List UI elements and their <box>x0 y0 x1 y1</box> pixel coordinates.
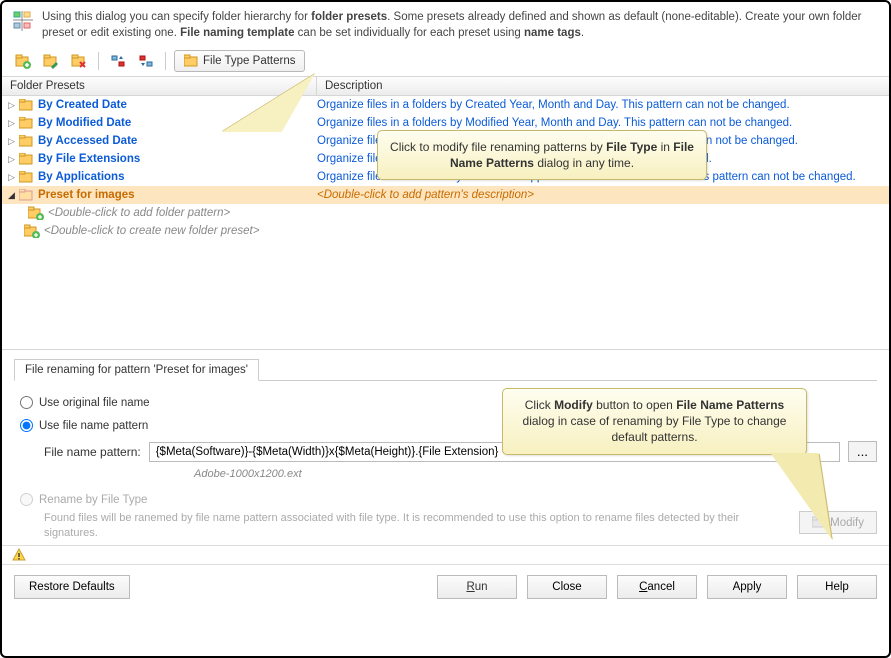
add-folder-pattern-row[interactable]: <Double-click to add folder pattern> <box>2 204 889 222</box>
folder-icon <box>18 115 34 131</box>
close-button[interactable]: Close <box>527 575 607 599</box>
radio-rename-by-type[interactable]: Rename by File Type <box>14 488 877 511</box>
cancel-button[interactable]: Cancel <box>617 575 697 599</box>
section-title: File renaming for pattern 'Preset for im… <box>14 359 259 381</box>
header-info: Using this dialog you can specify folder… <box>2 2 889 47</box>
radio-label: Use original file name <box>39 397 150 409</box>
folder-open-icon <box>18 187 34 203</box>
folder-icon <box>18 97 34 113</box>
pattern-label: File name pattern: <box>44 445 141 459</box>
expand-icon[interactable]: ▷ <box>2 100 14 111</box>
radio-label: Use file name pattern <box>39 420 148 432</box>
collapse-icon[interactable]: ◢ <box>2 190 14 201</box>
warning-bar <box>2 545 889 565</box>
hint-text: Found files will be ranemed by file name… <box>44 511 791 541</box>
move-up-icon[interactable] <box>107 50 129 72</box>
toolbar: File Type Patterns <box>2 47 889 76</box>
folder-icon <box>18 151 34 167</box>
separator <box>98 52 99 70</box>
preset-desc-placeholder[interactable]: <Double-click to add pattern's descripti… <box>317 189 534 201</box>
radio-input[interactable] <box>20 419 33 432</box>
hierarchy-icon <box>12 10 34 32</box>
expand-icon[interactable]: ▷ <box>2 154 14 165</box>
button-bar: Restore Defaults Run Close Cancel Apply … <box>2 565 889 609</box>
pattern-example: Adobe-1000x1200.ext <box>14 466 877 488</box>
table-row-selected[interactable]: ◢ Preset for images <Double-click to add p… <box>2 186 889 204</box>
preset-label[interactable]: By Modified Date <box>38 117 131 129</box>
folder-icon <box>184 54 198 68</box>
preset-label[interactable]: Preset for images <box>38 189 135 201</box>
hint-row: Found files will be ranemed by file name… <box>14 511 877 541</box>
preset-label[interactable]: By Applications <box>38 171 124 183</box>
preset-label[interactable]: By Created Date <box>38 99 127 111</box>
separator <box>165 52 166 70</box>
header-text: Using this dialog you can specify folder… <box>42 10 879 41</box>
run-button[interactable]: Run <box>437 575 517 599</box>
file-type-patterns-label: File Type Patterns <box>203 55 295 67</box>
preset-label[interactable]: By Accessed Date <box>38 135 137 147</box>
apply-button[interactable]: Apply <box>707 575 787 599</box>
move-down-icon[interactable] <box>135 50 157 72</box>
placeholder-text[interactable]: <Double-click to create new folder prese… <box>44 225 259 237</box>
radio-input <box>20 493 33 506</box>
preset-desc: Organize files in a folders by Modified … <box>317 117 802 129</box>
radio-label: Rename by File Type <box>39 494 147 506</box>
expand-icon[interactable]: ▷ <box>2 172 14 183</box>
folder-add-icon <box>28 205 44 221</box>
preset-desc: Organize files in a folders by Created Y… <box>317 99 800 111</box>
warning-icon <box>12 548 26 562</box>
delete-preset-icon[interactable] <box>68 50 90 72</box>
new-preset-row[interactable]: ▷<Double-click to create new folder pres… <box>2 222 889 240</box>
grid-header: Folder Presets Description <box>2 76 889 96</box>
expand-icon[interactable]: ▷ <box>2 118 14 129</box>
col-folder-presets[interactable]: Folder Presets <box>2 77 317 95</box>
browse-button[interactable]: ... <box>848 441 877 462</box>
preset-add-icon <box>24 223 40 239</box>
edit-preset-icon[interactable] <box>40 50 62 72</box>
preset-label[interactable]: By File Extensions <box>38 153 140 165</box>
expand-icon[interactable]: ▷ <box>2 136 14 147</box>
callout-file-type: Click to modify file renaming patterns b… <box>377 130 707 180</box>
add-preset-icon[interactable] <box>12 50 34 72</box>
placeholder-text[interactable]: <Double-click to add folder pattern> <box>48 207 230 219</box>
callout-modify: Click Modify button to open File Name Pa… <box>502 388 807 455</box>
table-row[interactable]: ▷ By Created Date Organize files in a fold… <box>2 96 889 114</box>
help-button[interactable]: Help <box>797 575 877 599</box>
file-type-patterns-button[interactable]: File Type Patterns <box>174 50 305 72</box>
folder-icon <box>18 133 34 149</box>
restore-defaults-button[interactable]: Restore Defaults <box>14 575 130 599</box>
col-description[interactable]: Description <box>317 77 889 95</box>
folder-icon <box>18 169 34 185</box>
radio-input[interactable] <box>20 396 33 409</box>
